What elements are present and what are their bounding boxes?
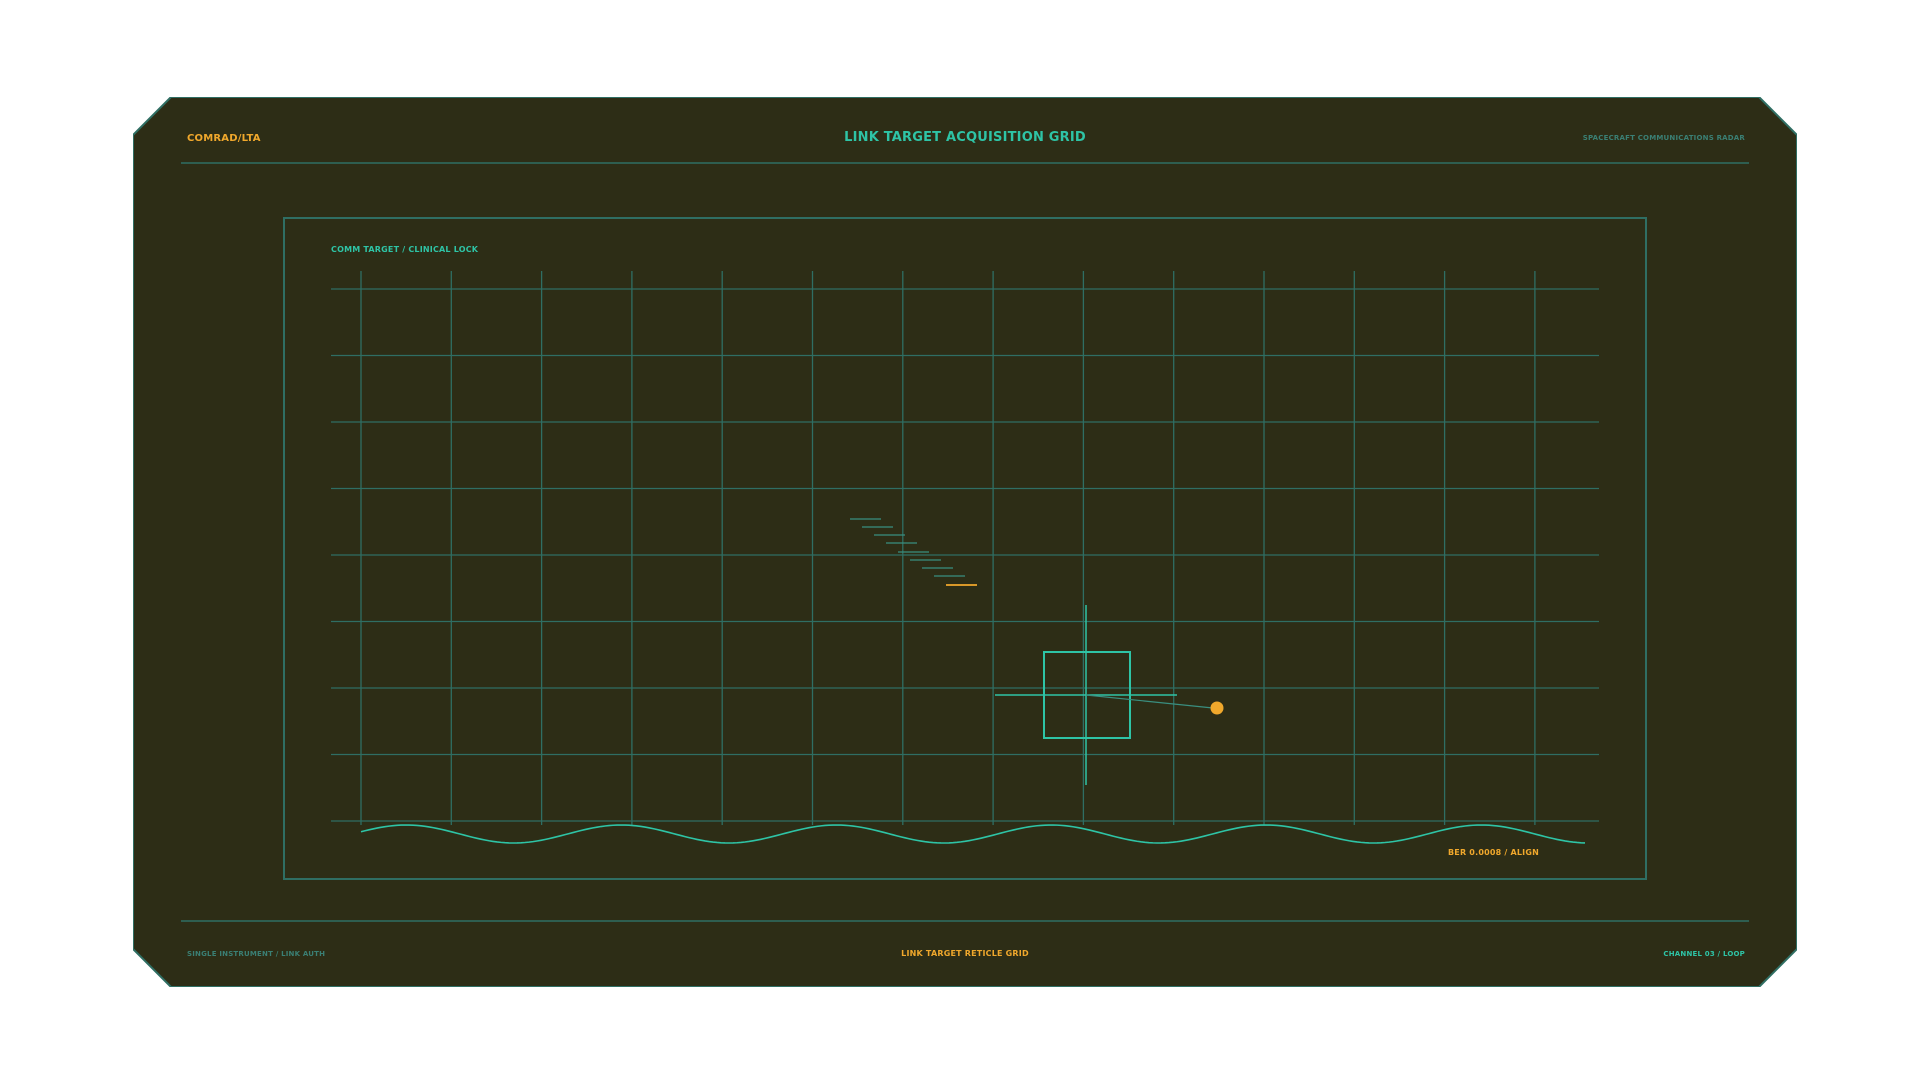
target-vector <box>1085 694 1214 709</box>
instrument-frame: COMRAD/LTA LINK TARGET ACQUISITION GRID … <box>133 97 1797 987</box>
ber-readout: BER 0.0008 / ALIGN <box>1448 848 1539 857</box>
signal-wave <box>360 824 1586 844</box>
grid-lines <box>331 271 1599 825</box>
footer-right-label: CHANNEL 03 / LOOP <box>1663 950 1745 958</box>
descending-trace <box>850 518 977 586</box>
acquisition-grid <box>331 271 1599 844</box>
target-dot-icon[interactable] <box>1210 701 1224 715</box>
footer-center-label: LINK TARGET RETICLE GRID <box>901 949 1029 958</box>
